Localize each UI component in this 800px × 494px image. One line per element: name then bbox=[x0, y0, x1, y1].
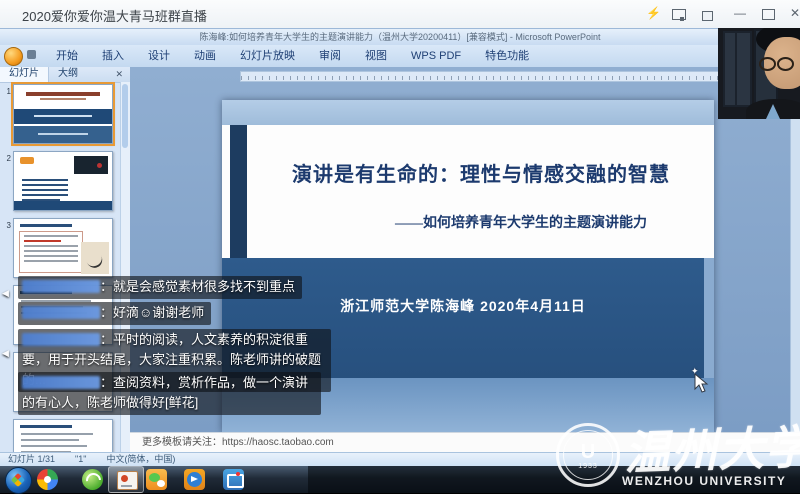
slide-indicator: 幻灯片 1/31 bbox=[8, 453, 55, 466]
slide-number: 3 bbox=[3, 221, 11, 230]
mouse-cursor-icon: ✦ bbox=[692, 372, 710, 399]
tab-view[interactable]: 视图 bbox=[353, 45, 399, 67]
chat-message-text: ：好滴☺谢谢老师 bbox=[100, 305, 204, 320]
slide-presenter-text[interactable]: 浙江师范大学陈海峰 2020年4月11日 bbox=[222, 296, 704, 316]
slide-top-band bbox=[222, 100, 714, 125]
tab-slides-pane[interactable]: 幻灯片 bbox=[0, 67, 49, 82]
close-panel-icon[interactable]: ✕ bbox=[108, 67, 130, 82]
browser-app-icon[interactable] bbox=[82, 469, 103, 490]
screen-recorder-icon[interactable] bbox=[223, 469, 244, 490]
slide-thumbnail-2[interactable] bbox=[13, 151, 113, 211]
statusbar: 幻灯片 1/31 "1" 中文(简体，中国) bbox=[0, 452, 800, 466]
powerpoint-icon bbox=[117, 471, 138, 490]
powerpoint-titlebar: 陈海峰:如何培养青年大学生的主题演讲能力（温州大学20200411）[兼容模式]… bbox=[0, 28, 800, 46]
slide-number: 2 bbox=[3, 154, 11, 163]
chat-username-blurred bbox=[22, 306, 100, 319]
template-link-text: 更多模板请关注：https://haosc.taobao.com bbox=[130, 433, 800, 453]
tab-wps-pdf[interactable]: WPS PDF bbox=[399, 45, 473, 67]
tab-design[interactable]: 设计 bbox=[136, 45, 182, 67]
ribbon-tabs: 开始 插入 设计 动画 幻灯片放映 审阅 视图 WPS PDF 特色功能 bbox=[44, 45, 541, 67]
tab-insert[interactable]: 插入 bbox=[90, 45, 136, 67]
stream-window-titlebar: 2020爱你爱你温大青马班群直播 ⚡ — ✕ bbox=[0, 0, 800, 29]
chat-message-text: ：就是会感觉素材很多找不到重点 bbox=[100, 279, 295, 294]
tab-animation[interactable]: 动画 bbox=[182, 45, 228, 67]
office-orb-button[interactable] bbox=[4, 47, 23, 66]
slide-left-stripe bbox=[230, 125, 247, 258]
chat-username-blurred bbox=[22, 376, 100, 389]
close-icon[interactable]: ✕ bbox=[790, 6, 800, 20]
slide-thumbnail-1[interactable] bbox=[13, 84, 113, 144]
tab-review[interactable]: 审阅 bbox=[307, 45, 353, 67]
webcam-video[interactable] bbox=[718, 28, 800, 119]
ribbon: 开始 插入 设计 动画 幻灯片放映 审阅 视图 WPS PDF 特色功能 bbox=[0, 45, 800, 68]
chat-username-blurred bbox=[22, 333, 100, 346]
tab-home[interactable]: 开始 bbox=[44, 45, 90, 67]
panel-tabs: 幻灯片 大纲 ✕ bbox=[0, 67, 130, 83]
theme-name: "1" bbox=[75, 453, 86, 466]
language-indicator: 中文(简体，中国) bbox=[106, 453, 175, 466]
chat-collapse-arrow-icon[interactable]: ◀ bbox=[2, 348, 9, 359]
minimize-icon[interactable]: — bbox=[734, 6, 746, 20]
tab-outline-pane[interactable]: 大纲 bbox=[49, 67, 87, 82]
tab-features[interactable]: 特色功能 bbox=[473, 45, 541, 67]
glasses-icon bbox=[759, 57, 776, 71]
window-frame bbox=[723, 31, 752, 107]
lightning-icon[interactable]: ⚡ bbox=[646, 6, 661, 20]
windows-stack-icon[interactable] bbox=[702, 10, 713, 24]
editing-scrollbar[interactable] bbox=[790, 67, 800, 432]
tab-slideshow[interactable]: 幻灯片放映 bbox=[228, 45, 307, 67]
powerpoint-taskbar-button[interactable] bbox=[108, 466, 144, 493]
paper-plane-app-icon[interactable] bbox=[184, 469, 205, 490]
stream-window-title: 2020爱你爱你温大青马班群直播 bbox=[22, 6, 207, 25]
start-button[interactable] bbox=[5, 467, 32, 494]
horizontal-ruler bbox=[240, 71, 786, 82]
chat-username-blurred bbox=[22, 280, 100, 293]
slide-title-block bbox=[222, 125, 714, 258]
quick-access-icon[interactable] bbox=[27, 50, 36, 59]
slide-title-text[interactable]: 演讲是有生命的：理性与情感交融的智慧 bbox=[256, 158, 706, 187]
popout-pin-icon[interactable] bbox=[672, 9, 686, 23]
pinwheel-app-icon[interactable] bbox=[37, 469, 58, 490]
windows-flag-icon bbox=[11, 473, 25, 487]
taskbar bbox=[0, 466, 800, 493]
maximize-icon[interactable] bbox=[762, 9, 775, 23]
template-footer-strip: 更多模板请关注：https://haosc.taobao.com bbox=[130, 432, 800, 453]
slide-subtitle-text[interactable]: ——如何培养青年大学生的主题演讲能力 bbox=[342, 212, 700, 232]
chat-message: ：好滴☺谢谢老师 bbox=[18, 302, 211, 325]
slide-thumbnail-3[interactable] bbox=[13, 218, 113, 278]
wechat-icon[interactable] bbox=[146, 469, 167, 490]
chat-message: ：查阅资料，赏析作品，做一个演讲的有心人，陈老师做得好[鲜花] bbox=[18, 372, 321, 415]
chat-message: ：就是会感觉素材很多找不到重点 bbox=[18, 276, 302, 299]
glasses-icon bbox=[777, 57, 794, 71]
slide-number: 1 bbox=[3, 87, 11, 96]
chat-collapse-arrow-icon[interactable]: ◀ bbox=[2, 288, 9, 299]
